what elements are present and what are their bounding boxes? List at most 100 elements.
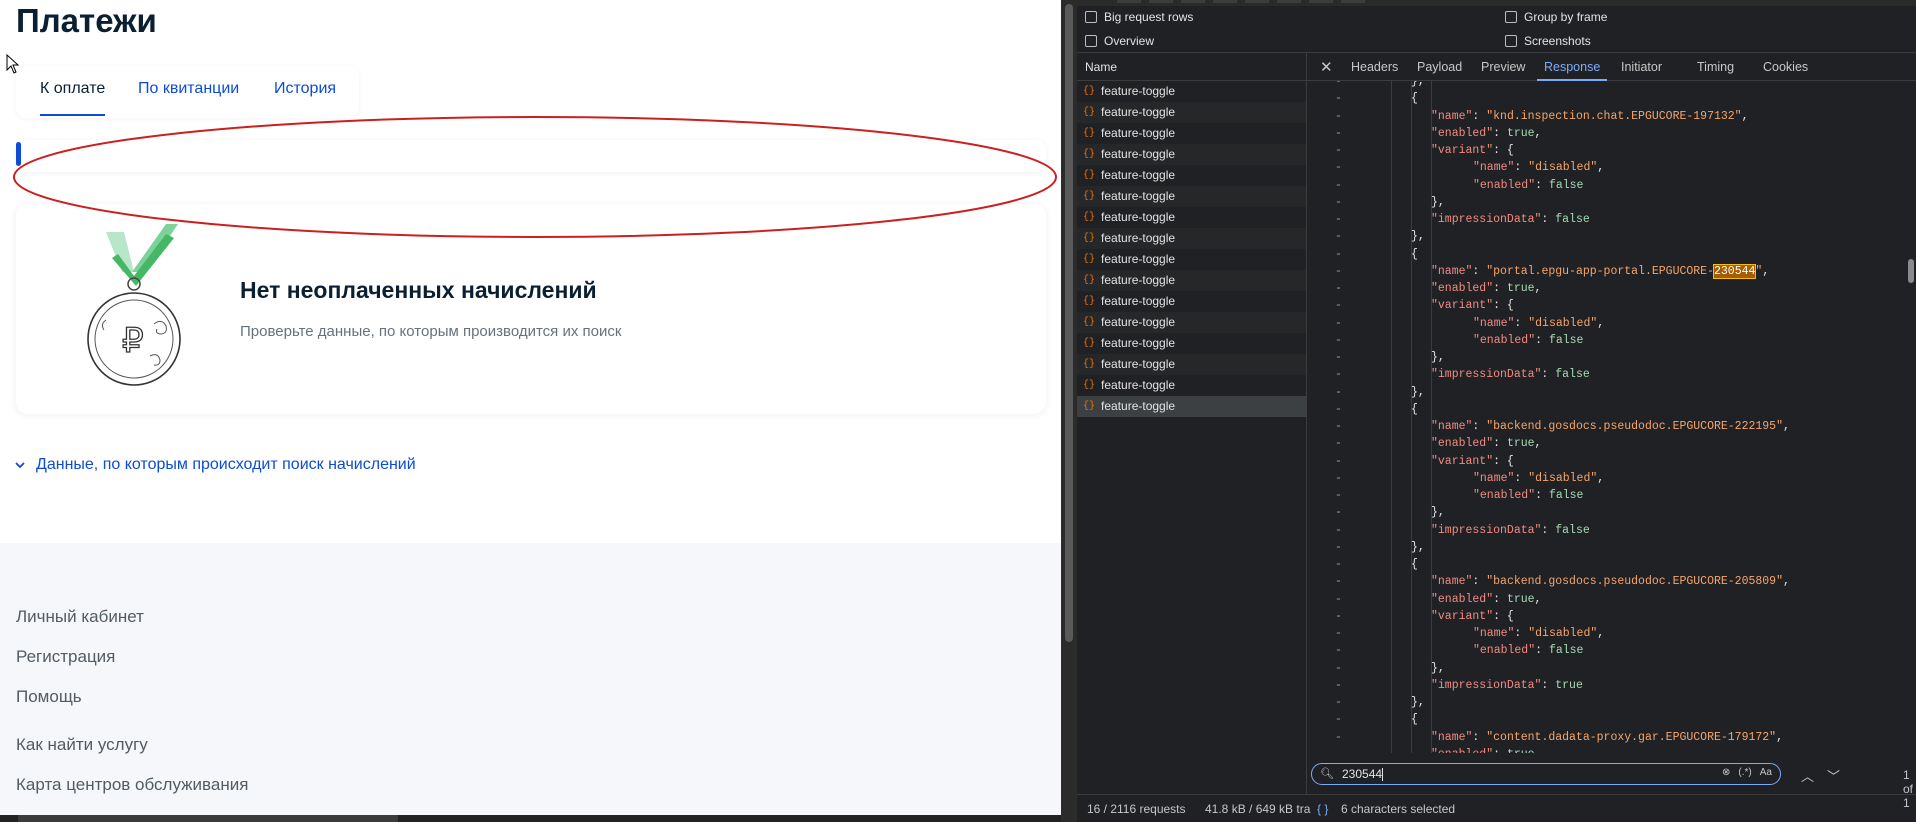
request-row[interactable]: {} feature-toggle [1077, 333, 1306, 354]
empty-state-subtext: Проверьте данные, по которым производитс… [240, 323, 622, 340]
match-case-toggle[interactable]: Aa [1760, 767, 1772, 778]
request-row[interactable]: {} feature-toggle [1077, 144, 1306, 165]
tab-payload[interactable]: Payload [1417, 60, 1462, 74]
search-icon: 🔍︎ [1320, 768, 1334, 780]
tab-response[interactable]: Response [1544, 60, 1600, 74]
request-row[interactable]: {} feature-toggle [1077, 165, 1306, 186]
page-scroll-thumb[interactable] [1065, 4, 1073, 642]
tab-to-pay[interactable]: К оплате [40, 80, 105, 98]
tab-headers[interactable]: Headers [1351, 60, 1398, 74]
json-format-icon[interactable]: { } [1317, 802, 1328, 816]
footer-link-help[interactable]: Помощь [16, 687, 82, 707]
footer-link-account[interactable]: Личный кабинет [16, 607, 144, 627]
response-line: -}, [1335, 696, 1425, 709]
response-line: -{ [1335, 713, 1418, 727]
request-list: {} feature-toggle {} feature-toggle {} feat… [1077, 81, 1306, 417]
response-search-bar: 🔍︎ 230544 ⊗ (.*) Aa ︿ ﹀ 1 of 1 ✕ [1307, 760, 1916, 810]
empty-state-heading: Нет неоплаченных начислений [240, 277, 597, 303]
transfer-size: 41.8 kB / 649 kB tra [1205, 802, 1311, 816]
footer-link-service-centers[interactable]: Карта центров обслуживания [16, 775, 248, 795]
response-line: - "name": "disabled", [1335, 316, 1605, 330]
search-input[interactable]: 🔍︎ 230544 ⊗ (.*) Aa [1311, 763, 1781, 785]
request-row[interactable]: {} feature-toggle [1077, 207, 1306, 228]
response-line: - "enabled": false [1335, 489, 1584, 502]
response-line: - "name": "disabled", [1335, 471, 1605, 485]
json-icon: {} [1083, 401, 1096, 412]
response-line: -"enabled": true, [1335, 126, 1542, 140]
json-icon: {} [1083, 107, 1096, 118]
response-line: - "name": "content.dadata-proxy.gar.EPGUC… [1335, 730, 1783, 744]
devtools-toolbar-strip [1077, 0, 1916, 6]
request-row[interactable]: {} feature-toggle [1077, 123, 1306, 144]
name-column-header[interactable]: Name [1085, 60, 1117, 74]
request-row[interactable]: {} feature-toggle [1077, 249, 1306, 270]
request-row[interactable]: {} feature-toggle [1077, 81, 1306, 102]
response-scroll-thumb[interactable] [1908, 259, 1914, 283]
json-icon: {} [1083, 212, 1096, 223]
option-big-request-rows[interactable]: Big request rows [1085, 10, 1193, 24]
tab-history[interactable]: История [274, 80, 336, 98]
response-line: - "variant": { [1335, 299, 1514, 313]
checkbox[interactable] [1505, 35, 1517, 47]
request-row[interactable]: {} feature-toggle [1077, 354, 1306, 375]
empty-state-card: ₽ Нет неоплаченных начислений Проверьте … [16, 204, 1046, 414]
request-row[interactable]: {} feature-toggle [1077, 291, 1306, 312]
response-line: -}, [1335, 81, 1425, 88]
footer-link-registration[interactable]: Регистрация [16, 647, 115, 667]
tab-preview[interactable]: Preview [1481, 60, 1525, 74]
response-line: - "variant": { [1335, 454, 1514, 468]
response-line: - "impressionData": false [1335, 523, 1590, 537]
response-line: - "name": "backend.gosdocs.pseudodoc.EPGU… [1335, 420, 1790, 433]
tab-timing[interactable]: Timing [1697, 60, 1734, 74]
response-line: -}, [1335, 540, 1425, 554]
response-line: -"enabled": true, [1307, 746, 1897, 753]
json-icon: {} [1083, 191, 1096, 202]
tab-cookies[interactable]: Cookies [1763, 60, 1808, 74]
response-line: - "name": "knd.inspection.chat.EPGUCORE-1… [1335, 109, 1749, 123]
clear-search-icon[interactable]: ⊗ [1722, 767, 1730, 778]
json-icon: {} [1083, 170, 1096, 181]
tab-initiator[interactable]: Initiator [1621, 60, 1662, 74]
response-line: -}, [1335, 385, 1425, 399]
response-line: - "name": "backend.gosdocs.pseudodoc.EPGU… [1335, 575, 1790, 589]
request-row[interactable]: {} feature-toggle [1077, 228, 1306, 249]
search-value[interactable]: 230544 [1342, 767, 1382, 781]
json-icon: {} [1083, 338, 1096, 349]
page-scrollbar[interactable] [1061, 0, 1077, 822]
request-row[interactable]: {} feature-toggle [1077, 270, 1306, 291]
footer-link-find-service[interactable]: Как найти услугу [16, 735, 148, 755]
next-match-icon[interactable]: ﹀ [1827, 766, 1840, 785]
response-line: -}, [1335, 661, 1445, 675]
close-icon[interactable]: ✕ [1320, 58, 1333, 76]
option-overview[interactable]: Overview [1085, 34, 1154, 48]
checkbox[interactable] [1085, 11, 1097, 23]
json-icon: {} [1083, 296, 1096, 307]
response-scrollbar[interactable] [1906, 81, 1916, 753]
network-status-bar: 16 / 2116 requests 41.8 kB / 649 kB tra … [1077, 794, 1916, 822]
option-group-by-frame[interactable]: Group by frame [1505, 10, 1607, 24]
checkbox[interactable] [1085, 35, 1097, 47]
selection-status: 6 characters selected [1341, 802, 1456, 816]
search-data-toggle[interactable]: Данные, по которым происходит поиск начи… [14, 456, 416, 474]
response-line: -{ [1335, 402, 1418, 416]
response-line: -}, [1335, 230, 1425, 244]
active-tab-indicator [40, 114, 105, 116]
response-line: - "enabled": false [1335, 333, 1584, 347]
response-viewer[interactable]: -}, -{ - "name": "knd.inspection.chat.EPGUC… [1307, 81, 1916, 753]
blank-notice-card [16, 140, 1046, 172]
regex-toggle[interactable]: (.*) [1738, 767, 1751, 778]
request-row[interactable]: {} feature-toggle [1077, 312, 1306, 333]
checkbox[interactable] [1505, 11, 1517, 23]
chevron-down-icon [15, 462, 25, 469]
option-screenshots[interactable]: Screenshots [1505, 34, 1591, 48]
response-line: -{ [1335, 92, 1418, 106]
tab-by-receipt[interactable]: По квитанции [138, 80, 239, 98]
request-row-selected[interactable]: {} feature-toggle [1077, 396, 1306, 417]
response-line: -}, [1335, 351, 1445, 364]
request-row[interactable]: {} feature-toggle [1077, 102, 1306, 123]
request-row[interactable]: {} feature-toggle [1077, 375, 1306, 396]
response-line: -{ [1335, 558, 1418, 571]
request-row[interactable]: {} feature-toggle [1077, 186, 1306, 207]
search-data-link-label: Данные, по которым происходит поиск начи… [36, 456, 416, 473]
previous-match-icon[interactable]: ︿ [1801, 766, 1814, 785]
